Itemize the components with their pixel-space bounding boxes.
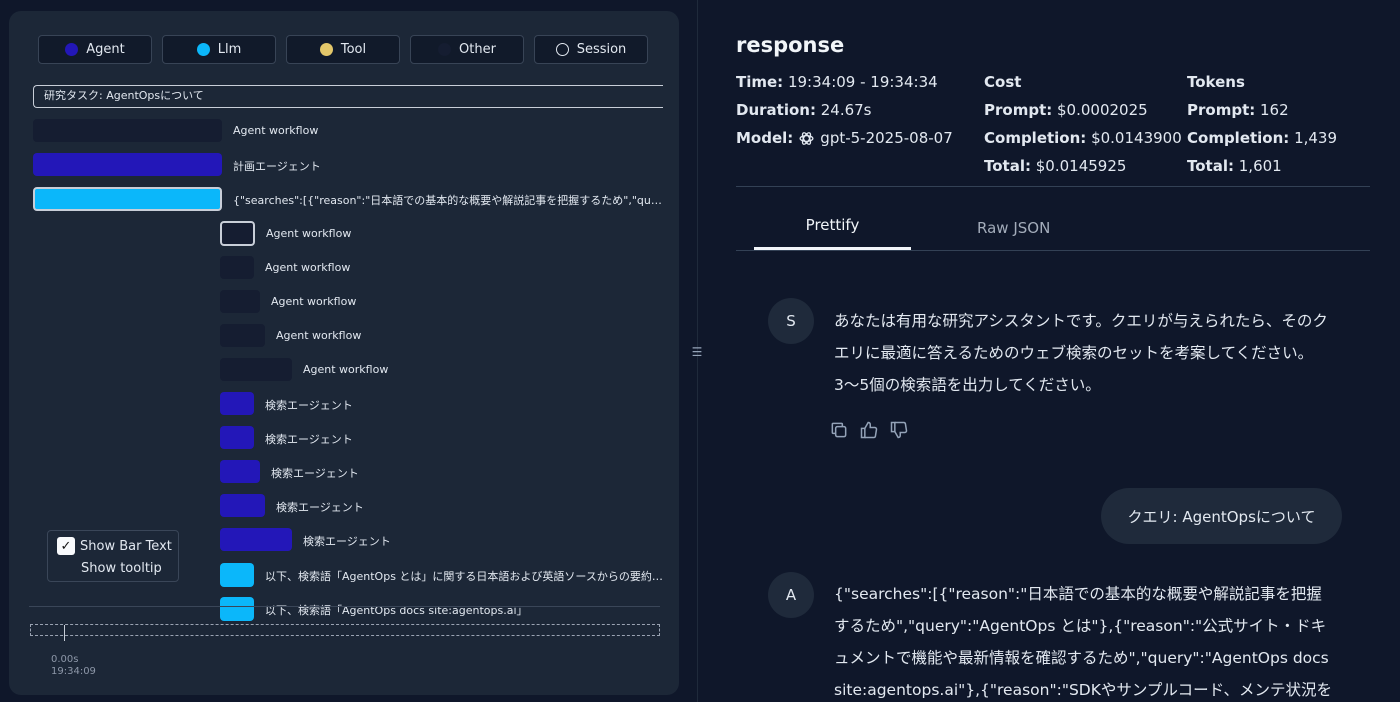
timeline-start-time: 19:34:09 [51,666,96,677]
cost-completion-value: $0.0143900 [1091,129,1182,147]
span-bar-other[interactable] [33,119,222,142]
tokens-completion-label: Completion: [1187,129,1290,147]
token-info: Tokens Prompt: 162 Completion: 1,439 Tot… [1187,68,1337,180]
model-value: gpt-5-2025-08-07 [820,129,953,147]
display-options: ✓ Show Bar Text Show tooltip [47,530,179,582]
timing-info: Time: 19:34:09 - 19:34:34 Duration: 24.6… [736,68,953,152]
tokens-prompt-value: 162 [1260,101,1289,119]
span-bar-other[interactable] [220,256,254,279]
system-avatar: S [768,298,814,344]
tokens-completion-value: 1,439 [1294,129,1338,147]
cost-info: Cost Prompt: $0.0002025 Completion: $0.0… [984,68,1182,180]
filter-label: Session [576,42,627,57]
trace-panel: Agent Llm Tool Other Session 研究タスク: Agen… [9,11,679,695]
show-tooltip-toggle[interactable]: Show tooltip [81,561,162,576]
timeline-start-label: 0.00s 19:34:09 [51,654,96,678]
span-bar-llm[interactable] [220,563,254,587]
system-message: あなたは有用な研究アシスタントです。クエリが与えられたら、そのクエリに最適に答え… [834,312,1328,394]
resize-handle-icon[interactable]: ☰ [690,345,704,359]
span-label: Agent workflow [265,260,351,274]
model-label: Model: [736,129,794,147]
span-detail-panel: response Time: 19:34:09 - 19:34:34 Durat… [736,0,1370,702]
timeline-separator [29,606,660,607]
span-label: Agent workflow [271,294,357,308]
span-label: 検索エージェント [271,466,359,480]
filter-label: Tool [340,42,367,57]
tokens-total-label: Total: [1187,157,1234,175]
span-label: 検索エージェント [276,500,364,514]
span-label: 検索エージェント [303,534,391,548]
timeline-range-brush[interactable] [30,624,660,636]
span-bar-agent[interactable] [220,460,260,483]
span-bar-agent[interactable] [220,426,254,449]
root-span-bar[interactable]: 研究タスク: AgentOpsについて [33,85,663,108]
llm-color-dot-icon [196,43,210,56]
span-bar-other[interactable] [220,290,260,313]
copy-icon[interactable] [829,420,849,440]
span-bar-other[interactable] [220,324,265,347]
duration-value: 24.67s [820,101,872,119]
span-label: Agent workflow [303,362,389,376]
filter-agent-button[interactable]: Agent [38,35,152,64]
timeline-start-offset: 0.00s [51,654,79,665]
span-type-filters: Agent Llm Tool Other Session [38,35,648,64]
cost-completion-label: Completion: [984,129,1087,147]
tab-bar-divider [736,250,1370,251]
span-label: 検索エージェント [265,432,353,446]
span-bar-llm[interactable] [33,187,222,211]
show-bar-text-toggle[interactable]: ✓ Show Bar Text [57,537,172,555]
time-label: Time: [736,73,784,91]
user-message: クエリ: AgentOpsについて [1101,488,1342,544]
span-bar-agent[interactable] [33,153,222,176]
show-bar-text-label: Show Bar Text [80,538,172,554]
span-label: Agent workflow [233,123,319,137]
filter-session-button[interactable]: Session [534,35,648,64]
span-bar-other[interactable] [220,358,292,381]
span-label: 検索エージェント [265,398,353,412]
cost-heading: Cost [984,73,1022,91]
timeline-cursor-tick[interactable] [64,625,65,641]
span-title: response [736,33,845,57]
span-label: 計画エージェント [233,159,321,173]
header-divider [736,186,1370,187]
filter-label: Other [459,42,496,57]
tokens-total-value: 1,601 [1238,157,1282,175]
span-label: Agent workflow [276,328,362,342]
span-bar-other[interactable] [220,221,255,246]
cost-prompt-label: Prompt: [984,101,1053,119]
checkmark-icon[interactable]: ✓ [57,537,75,555]
thumbs-up-icon[interactable] [859,420,879,440]
agent-color-dot-icon [65,43,79,56]
span-label: 以下、検索語「AgentOps docs site:agentops.ai」 [265,604,528,617]
openai-logo-icon [799,131,814,145]
span-label: {"searches":[{"reason":"日本語での基本的な概要や解説記事… [233,194,664,207]
cost-total-value: $0.0145925 [1035,157,1127,175]
message-actions [829,420,909,440]
filter-label: Llm [217,42,242,57]
span-bar-agent[interactable] [220,494,265,517]
cost-prompt-value: $0.0002025 [1057,101,1148,119]
filter-tool-button[interactable]: Tool [286,35,400,64]
filter-label: Agent [86,42,125,57]
filter-llm-button[interactable]: Llm [162,35,276,64]
time-value: 19:34:09 - 19:34:34 [787,73,938,91]
span-bar-llm[interactable] [220,597,254,621]
session-ring-icon [555,43,569,56]
span-bar-agent[interactable] [220,392,254,415]
duration-label: Duration: [736,101,816,119]
tokens-heading: Tokens [1187,73,1245,91]
assistant-avatar: A [768,572,814,618]
filter-other-button[interactable]: Other [410,35,524,64]
span-label: 以下、検索語「AgentOps とは」に関する日本語および英語ソースからの要約で… [265,570,664,583]
tool-color-dot-icon [319,43,333,56]
cost-total-label: Total: [984,157,1031,175]
tab-prettify[interactable]: Prettify [754,216,911,234]
tab-raw-json[interactable]: Raw JSON [977,219,1050,237]
other-color-dot-icon [438,43,452,56]
assistant-message: {"searches":[{"reason":"日本語での基本的な概要や解説記事… [834,585,1333,699]
thumbs-down-icon[interactable] [889,420,909,440]
span-bar-agent[interactable] [220,528,292,551]
tokens-prompt-label: Prompt: [1187,101,1256,119]
span-label: Agent workflow [266,226,352,240]
